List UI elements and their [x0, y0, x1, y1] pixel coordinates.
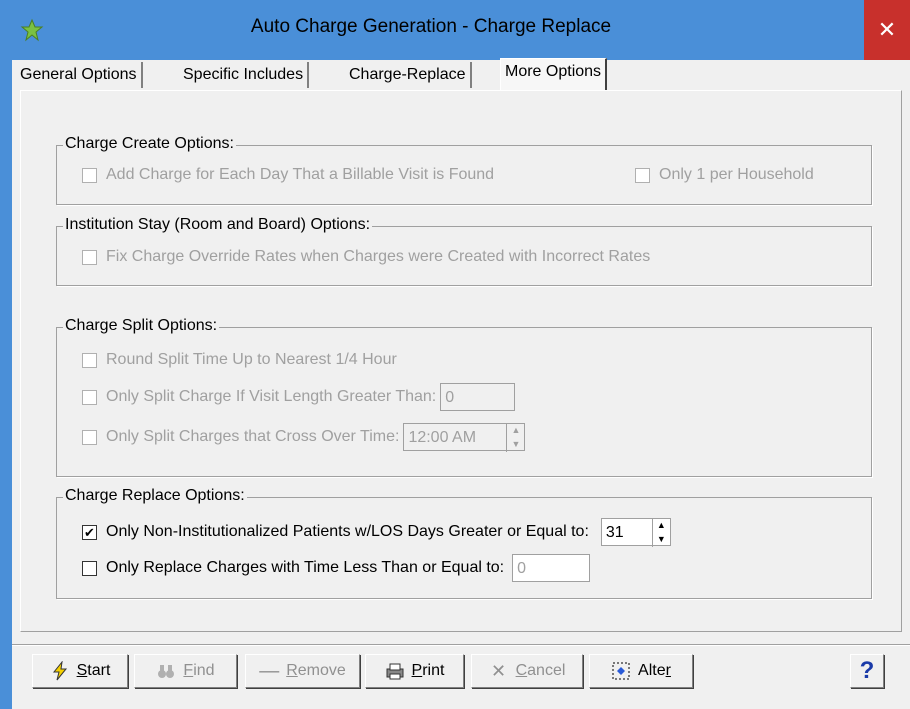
- replace-time-less-option[interactable]: Only Replace Charges with Time Less Than…: [82, 554, 591, 582]
- checkbox[interactable]: [82, 560, 97, 576]
- checkbox-label: Round Split Time Up to Nearest 1/4 Hour: [106, 351, 397, 368]
- split-cross-time-option[interactable]: Only Split Charges that Cross Over Time:…: [82, 423, 526, 452]
- find-button[interactable]: Find: [134, 654, 237, 688]
- dialog-client-area: General Options Specific Includes Charge…: [12, 58, 910, 709]
- checkbox[interactable]: [82, 389, 97, 405]
- checkbox-label: Add Charge for Each Day That a Billable …: [106, 166, 495, 183]
- start-label: Start: [76, 662, 111, 679]
- alter-label: Alter: [638, 662, 671, 679]
- remove-button[interactable]: — Remove: [245, 654, 360, 688]
- cross-time-spinner[interactable]: 12:00 AM ▲ ▼: [403, 423, 526, 452]
- window-frame: [0, 60, 12, 709]
- cancel-label: Cancel: [515, 662, 566, 679]
- close-button[interactable]: ✕: [864, 0, 910, 60]
- start-button[interactable]: Start: [32, 654, 128, 688]
- x-icon: ✕: [491, 661, 507, 681]
- checkbox-label: Only Split Charge If Visit Length Greate…: [106, 388, 437, 405]
- print-label: Print: [411, 662, 445, 679]
- group-legend: Charge Create Options:: [63, 135, 236, 153]
- checkbox-label: Only Split Charges that Cross Over Time:: [106, 428, 400, 445]
- spin-down-icon[interactable]: ▼: [507, 438, 524, 452]
- help-button[interactable]: ?: [850, 654, 884, 688]
- time-value: 12:00 AM: [408, 429, 477, 446]
- charge-create-options-group: Charge Create Options: Add Charge for Ea…: [56, 135, 872, 205]
- time-spin-buttons[interactable]: ▲ ▼: [506, 424, 524, 452]
- checkbox[interactable]: [82, 352, 97, 368]
- checkbox-label: Fix Charge Override Rates when Charges w…: [106, 248, 651, 265]
- alter-icon: [612, 662, 630, 680]
- round-split-time-option[interactable]: Round Split Time Up to Nearest 1/4 Hour: [82, 351, 397, 369]
- group-legend: Institution Stay (Room and Board) Option…: [63, 216, 373, 234]
- title-bar: Auto Charge Generation - Charge Replace …: [0, 0, 910, 60]
- checkbox[interactable]: [635, 167, 650, 183]
- split-visit-length-option[interactable]: Only Split Charge If Visit Length Greate…: [82, 383, 516, 411]
- printer-icon: [386, 663, 404, 680]
- checkbox-label: Only Non-Institutionalized Patients w/LO…: [106, 523, 589, 540]
- tab-more-options[interactable]: More Options: [500, 58, 608, 91]
- los-days-spinner[interactable]: 31 ▲ ▼: [600, 518, 671, 547]
- remove-label: Remove: [286, 662, 346, 679]
- non-institutionalized-option[interactable]: ✔ Only Non-Institutionalized Patients w/…: [82, 518, 671, 547]
- add-charge-each-day-option[interactable]: Add Charge for Each Day That a Billable …: [82, 166, 494, 184]
- tab-specific-includes[interactable]: Specific Includes: [179, 62, 310, 88]
- checkbox-label: Only Replace Charges with Time Less Than…: [106, 559, 505, 576]
- checkbox[interactable]: [82, 429, 97, 445]
- los-spin-buttons[interactable]: ▲ ▼: [651, 519, 670, 547]
- spin-up-icon[interactable]: ▲: [507, 424, 524, 438]
- group-legend: Charge Split Options:: [63, 317, 220, 335]
- checkbox-label: Only 1 per Household: [659, 166, 814, 183]
- close-icon: ✕: [877, 17, 897, 42]
- los-days-value: 31: [605, 524, 624, 541]
- fix-override-rates-option[interactable]: Fix Charge Override Rates when Charges w…: [82, 248, 650, 266]
- spin-down-icon[interactable]: ▼: [653, 533, 670, 547]
- institution-stay-options-group: Institution Stay (Room and Board) Option…: [56, 216, 872, 286]
- tab-general-options[interactable]: General Options: [16, 62, 143, 88]
- cancel-button[interactable]: ✕ Cancel: [471, 654, 583, 688]
- checkbox[interactable]: [82, 167, 97, 183]
- charge-split-options-group: Charge Split Options: Round Split Time U…: [56, 317, 872, 477]
- question-icon: ?: [859, 657, 875, 684]
- binoculars-icon: [158, 665, 175, 678]
- checkbox[interactable]: [82, 249, 97, 265]
- visit-length-input[interactable]: 0: [440, 383, 516, 411]
- window-title: Auto Charge Generation - Charge Replace: [250, 16, 612, 37]
- minus-icon: —: [259, 660, 280, 682]
- toolbar-divider: [12, 644, 910, 646]
- alter-button[interactable]: Alter: [589, 654, 693, 688]
- only-one-per-household-option[interactable]: Only 1 per Household: [635, 166, 814, 184]
- checkbox-checked[interactable]: ✔: [82, 524, 97, 540]
- tab-panel-more-options: Charge Create Options: Add Charge for Ea…: [20, 90, 902, 632]
- tab-charge-replace[interactable]: Charge-Replace: [345, 62, 472, 88]
- lightning-icon: [52, 661, 67, 681]
- spin-up-icon[interactable]: ▲: [653, 519, 670, 533]
- tab-strip: General Options Specific Includes Charge…: [12, 58, 910, 91]
- group-legend: Charge Replace Options:: [63, 487, 247, 505]
- bottom-toolbar: Start Find — Remove Print ✕ Cancel Alter…: [12, 644, 910, 709]
- charge-replace-options-group: Charge Replace Options: ✔ Only Non-Insti…: [56, 487, 872, 599]
- print-button[interactable]: Print: [365, 654, 464, 688]
- time-less-input[interactable]: 0: [512, 554, 591, 582]
- find-label: Find: [183, 662, 215, 679]
